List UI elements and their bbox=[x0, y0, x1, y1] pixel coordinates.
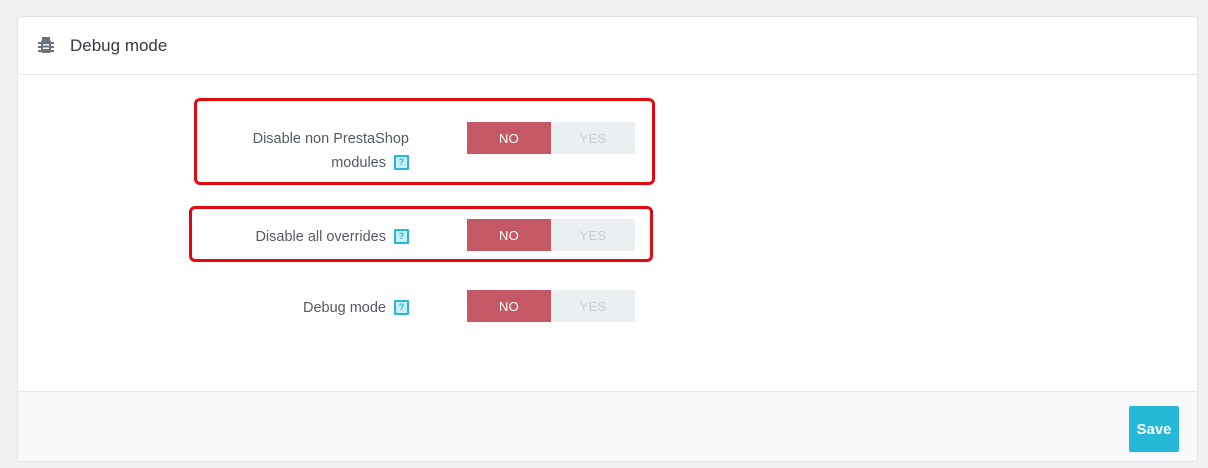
option-no[interactable]: NO bbox=[467, 219, 551, 251]
option-yes[interactable]: YES bbox=[551, 219, 635, 251]
panel-title: Debug mode bbox=[70, 36, 168, 55]
label-line-1: Disable non PrestaShop bbox=[252, 131, 409, 147]
switch-disable-all-overrides[interactable]: NO YES bbox=[467, 219, 635, 251]
help-icon[interactable]: ? bbox=[394, 228, 409, 244]
label-disable-all-overrides: Disable all overrides? bbox=[255, 225, 409, 249]
option-yes[interactable]: YES bbox=[551, 290, 635, 322]
switch-disable-non-prestashop-modules[interactable]: NO YES bbox=[467, 122, 635, 154]
label-disable-non-prestashop-modules: Disable non PrestaShop modules? bbox=[253, 127, 409, 175]
option-yes[interactable]: YES bbox=[551, 122, 635, 154]
save-button[interactable]: Save bbox=[1129, 406, 1179, 452]
panel-header: Debug mode bbox=[18, 17, 1197, 75]
option-no[interactable]: NO bbox=[467, 122, 551, 154]
label-line-2: modules? bbox=[253, 151, 409, 175]
panel-footer: Save bbox=[18, 391, 1197, 461]
option-no[interactable]: NO bbox=[467, 290, 551, 322]
help-icon[interactable]: ? bbox=[394, 299, 409, 315]
label-debug-mode: Debug mode? bbox=[303, 296, 409, 320]
bug-icon bbox=[38, 37, 54, 53]
help-icon[interactable]: ? bbox=[394, 154, 409, 170]
debug-mode-panel: Debug mode Disable non PrestaShop module… bbox=[17, 16, 1198, 462]
switch-debug-mode[interactable]: NO YES bbox=[467, 290, 635, 322]
